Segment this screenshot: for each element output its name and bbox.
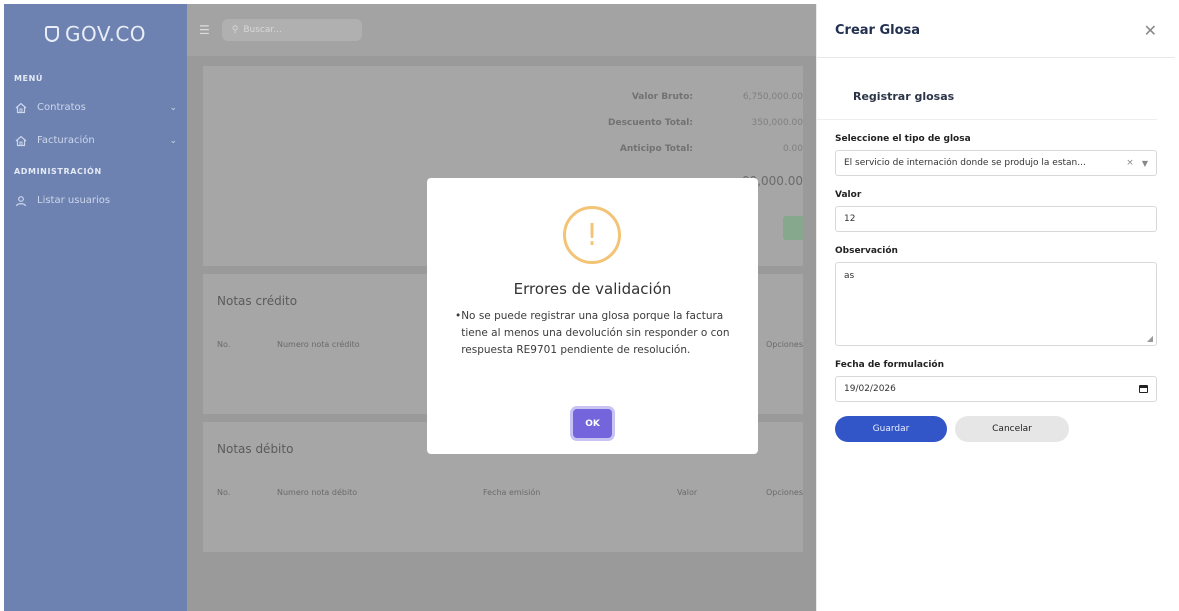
discount-value: 350,000.00: [751, 118, 803, 128]
obs-label: Observación: [835, 246, 898, 256]
sidebar-item-contratos[interactable]: Contratos ⌄: [4, 91, 187, 124]
gross-label: Valor Bruto:: [631, 92, 693, 102]
advance-value: 0.00: [782, 144, 803, 154]
column-header: Numero nota débito: [277, 488, 358, 497]
select-value: El servicio de internación donde se prod…: [844, 158, 1086, 168]
value-input[interactable]: 12: [835, 206, 1157, 232]
column-header: No.: [217, 488, 231, 497]
date-text: 19/02/2026: [844, 384, 896, 394]
error-list: • No se puede registrar una glosa porque…: [455, 308, 732, 359]
gross-value: 6,750,000.00: [742, 92, 803, 102]
type-label: Seleccione el tipo de glosa: [835, 134, 971, 144]
value-label: Valor: [835, 190, 862, 200]
sidebar-item-label: Facturación: [37, 135, 95, 146]
sidebar-item-listar-usuarios[interactable]: Listar usuarios: [4, 184, 187, 217]
sidebar-item-facturacion[interactable]: Facturación ⌄: [4, 124, 187, 157]
clear-icon[interactable]: ×: [1126, 158, 1134, 168]
column-header: Fecha emisión: [483, 488, 541, 497]
total-row: Valor Bruto: 6,750,000.00: [383, 84, 803, 110]
search-icon: ⚲: [231, 25, 239, 35]
column-header: Valor: [677, 488, 698, 497]
section-admin-label: ADMINISTRACIÓN: [14, 167, 102, 176]
advance-label: Anticipo Total:: [619, 144, 693, 154]
column-header: No.: [217, 340, 231, 349]
sidebar: GOV.CO MENÚ Contratos ⌄ Facturación ⌄ AD…: [4, 4, 187, 611]
value-text: 12: [844, 214, 856, 224]
logo[interactable]: GOV.CO: [4, 4, 187, 64]
credit-notes-title: Notas crédito: [217, 294, 298, 308]
observation-text: as: [844, 271, 855, 281]
validation-error-modal: ! Errores de validación • No se puede re…: [427, 178, 758, 454]
section-menu-label: MENÚ: [14, 74, 44, 83]
warning-icon: !: [563, 206, 621, 264]
save-button[interactable]: Guardar: [835, 416, 947, 442]
calendar-icon[interactable]: [1139, 385, 1148, 393]
close-icon[interactable]: ✕: [1144, 21, 1157, 40]
sidebar-item-label: Contratos: [37, 102, 86, 113]
total-row: Descuento Total: 350,000.00: [383, 110, 803, 136]
create-glosa-drawer: Crear Glosa ✕ Registrar glosas Seleccion…: [816, 4, 1175, 611]
date-input[interactable]: 19/02/2026: [835, 376, 1157, 402]
caret-down-icon[interactable]: ▼: [1142, 159, 1148, 168]
cancel-button[interactable]: Cancelar: [955, 416, 1069, 442]
column-header: Opciones: [765, 488, 803, 497]
column-header: Numero nota crédito: [277, 340, 360, 349]
shield-logo-icon: [44, 26, 59, 42]
home-icon: [14, 134, 27, 147]
totals-list: Valor Bruto: 6,750,000.00 Descuento Tota…: [383, 84, 803, 162]
resize-handle-icon[interactable]: ◢: [1147, 334, 1153, 343]
menu-icon[interactable]: ☰: [199, 23, 210, 37]
drawer-title: Crear Glosa: [835, 23, 921, 38]
user-icon: [14, 194, 27, 207]
sidebar-item-label: Listar usuarios: [37, 195, 111, 206]
total-row: Anticipo Total: 0.00: [383, 136, 803, 162]
action-button[interactable]: [783, 216, 803, 240]
chevron-down-icon: ⌄: [169, 135, 177, 146]
ok-button[interactable]: OK: [573, 409, 612, 438]
glosa-type-select[interactable]: El servicio de internación donde se prod…: [835, 150, 1157, 176]
section-title: Registrar glosas: [817, 90, 1157, 120]
logo-text: GOV.CO: [64, 22, 147, 46]
observation-textarea[interactable]: as ◢: [835, 262, 1157, 346]
search-placeholder: Buscar...: [243, 25, 282, 35]
column-header: Opciones: [765, 340, 803, 349]
form-actions: Guardar Cancelar: [835, 416, 1157, 442]
home-icon: [14, 101, 27, 114]
date-label: Fecha de formulación: [835, 360, 945, 370]
drawer-body: Registrar glosas Seleccione el tipo de g…: [817, 90, 1175, 442]
discount-label: Descuento Total:: [608, 118, 693, 128]
modal-title: Errores de validación: [513, 280, 672, 298]
error-message: No se puede registrar una glosa porque l…: [461, 310, 730, 356]
drawer-header: Crear Glosa ✕: [817, 4, 1175, 58]
search-input[interactable]: ⚲ Buscar...: [221, 19, 362, 41]
debit-notes-title: Notas débito: [217, 442, 294, 456]
topbar: ☰ ⚲ Buscar...: [187, 4, 816, 56]
chevron-down-icon: ⌄: [169, 102, 177, 113]
